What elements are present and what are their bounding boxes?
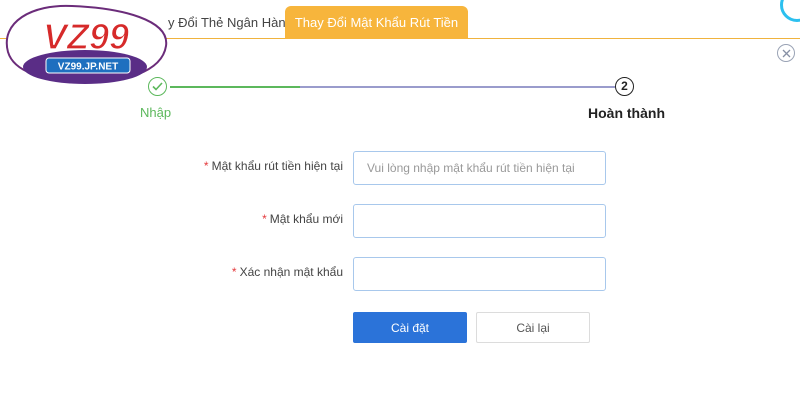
current-password-input[interactable] (353, 151, 606, 185)
confirm-password-input[interactable] (353, 257, 606, 291)
logo-domain-text: VZ99.JP.NET (58, 62, 118, 73)
current-password-label: * Mật khẩu rút tiền hiện tại (204, 159, 343, 173)
reset-button[interactable]: Cài lại (476, 312, 590, 343)
step-1-label: Nhập (140, 105, 172, 120)
required-mark: * (231, 265, 237, 279)
new-password-input[interactable] (353, 204, 606, 238)
close-icon (782, 49, 790, 57)
required-mark: * (203, 159, 209, 173)
confirm-password-label: * Xác nhận mật khẩu (232, 265, 343, 279)
close-button[interactable] (777, 44, 795, 62)
current-password-row: * Mật khẩu rút tiền hiện tại (0, 151, 800, 185)
new-password-row: * Mật khẩu mới (0, 204, 800, 238)
new-password-label: * Mật khẩu mới (262, 212, 343, 226)
step-1-circle (148, 77, 167, 96)
vz99-logo: VZ99 VZ99.JP.NET (5, 4, 168, 84)
confirm-password-row: * Xác nhận mật khẩu (0, 257, 800, 291)
step-2-label: Hoàn thành (588, 105, 665, 121)
required-mark: * (262, 212, 267, 226)
submit-button[interactable]: Cài đặt (353, 312, 467, 343)
confirm-password-label-text: Xác nhận mật khẩu (239, 265, 343, 279)
step-2-circle: 2 (615, 77, 634, 96)
new-password-label-text: Mật khẩu mới (269, 212, 343, 226)
tab-change-withdraw-password[interactable]: Thay Đổi Mật Khẩu Rút Tiền (285, 6, 468, 39)
check-icon (152, 82, 163, 91)
logo-brand-text: VZ99 (43, 16, 129, 57)
step-progress-line (300, 86, 615, 88)
current-password-label-text: Mật khẩu rút tiền hiện tại (211, 159, 343, 173)
